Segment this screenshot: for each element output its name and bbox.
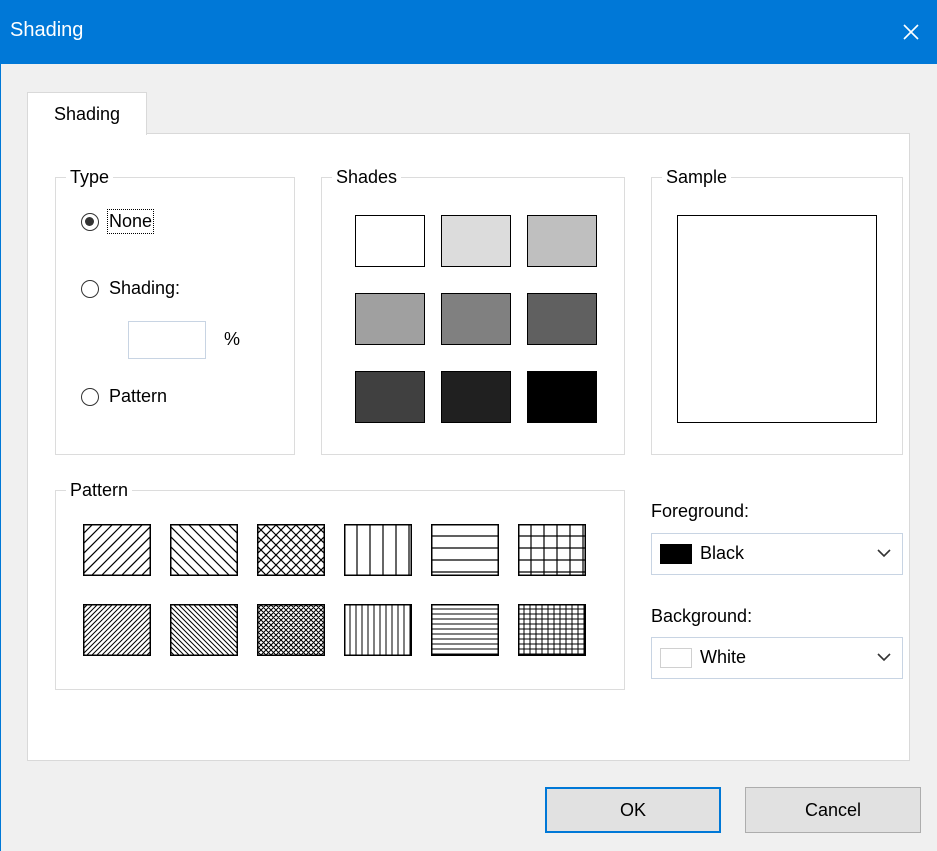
shades-group-label: Shades: [332, 166, 402, 188]
percent-input[interactable]: [128, 321, 206, 359]
pattern-wide-horizontal[interactable]: [431, 524, 499, 576]
sample-group-label: Sample: [662, 166, 732, 188]
pattern-wide-up-diagonal[interactable]: [83, 524, 151, 576]
pattern-wide-diagonal-cross[interactable]: [257, 524, 325, 576]
pattern-wide-down-diagonal[interactable]: [170, 524, 238, 576]
shade-swatch[interactable]: [441, 215, 511, 267]
pattern-wide-grid[interactable]: [518, 524, 586, 576]
shade-swatch[interactable]: [527, 293, 597, 345]
pattern-group: Pattern: [55, 479, 625, 690]
type-group: Type None Shading: % Pattern: [55, 166, 295, 455]
background-select[interactable]: White: [651, 637, 903, 679]
radio-pattern-indicator[interactable]: [81, 387, 99, 406]
tab-label: Shading: [53, 103, 121, 124]
background-swatch: [660, 648, 692, 668]
shade-swatch[interactable]: [441, 293, 511, 345]
shade-swatch[interactable]: [441, 371, 511, 423]
type-group-label: Type: [66, 166, 114, 188]
shade-swatch[interactable]: [527, 215, 597, 267]
background-value: White: [700, 647, 747, 667]
ok-button-label: OK: [619, 799, 646, 820]
tab-shading[interactable]: Shading: [27, 92, 147, 135]
radio-none-label: None: [106, 209, 155, 234]
close-icon: [903, 24, 919, 40]
chevron-down-icon: [877, 549, 891, 558]
ok-button[interactable]: OK: [545, 787, 721, 833]
foreground-select[interactable]: Black: [651, 533, 903, 575]
pattern-narrow-diagonal-cross[interactable]: [257, 604, 325, 656]
close-button[interactable]: [885, 0, 937, 64]
radio-pattern-label: Pattern: [109, 386, 168, 406]
foreground-value: Black: [700, 543, 745, 563]
pattern-wide-vertical[interactable]: [344, 524, 412, 576]
radio-shading[interactable]: Shading:: [81, 278, 180, 299]
chevron-down-icon: [877, 653, 891, 662]
background-label: Background:: [651, 606, 753, 626]
foreground-swatch: [660, 544, 692, 564]
pattern-narrow-up-diagonal[interactable]: [83, 604, 151, 656]
radio-shading-indicator[interactable]: [81, 279, 99, 298]
pattern-narrow-vertical[interactable]: [344, 604, 412, 656]
cancel-button-label: Cancel: [804, 799, 862, 820]
shades-group: Shades: [321, 166, 625, 455]
shade-swatch[interactable]: [527, 371, 597, 423]
radio-none[interactable]: None: [81, 209, 155, 234]
pattern-narrow-down-diagonal[interactable]: [170, 604, 238, 656]
window-title: Shading: [10, 19, 84, 41]
sample-preview: [677, 215, 877, 423]
shade-swatch[interactable]: [355, 293, 425, 345]
radio-none-indicator[interactable]: [81, 212, 99, 231]
foreground-label: Foreground:: [651, 501, 750, 521]
title-bar: Shading: [0, 0, 937, 64]
pattern-narrow-grid[interactable]: [518, 604, 586, 656]
sample-group: Sample: [651, 166, 903, 455]
shade-swatch[interactable]: [355, 215, 425, 267]
cancel-button[interactable]: Cancel: [745, 787, 921, 833]
pattern-group-label: Pattern: [66, 479, 133, 501]
percent-unit: %: [224, 329, 241, 349]
radio-pattern[interactable]: Pattern: [81, 386, 167, 407]
radio-shading-label: Shading:: [109, 278, 181, 298]
pattern-narrow-horizontal[interactable]: [431, 604, 499, 656]
tab-panel: Type None Shading: % Pattern Shades Samp…: [27, 133, 910, 761]
shade-swatch[interactable]: [355, 371, 425, 423]
